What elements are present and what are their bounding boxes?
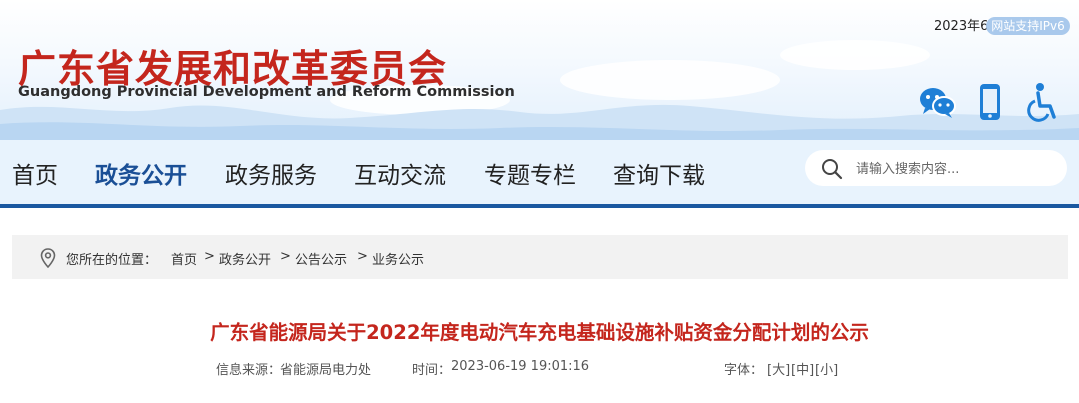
ipv6-badge: 网站支持IPv6 — [986, 17, 1070, 35]
time-value: 2023-06-19 19:01:16 — [451, 359, 590, 374]
accessibility-icon[interactable] — [1022, 82, 1062, 122]
breadcrumb-label: 您所在的位置： — [66, 253, 158, 268]
breadcrumb-separator: > — [204, 249, 215, 264]
time-label: 时间： — [412, 363, 452, 378]
source-label: 信息来源： — [216, 363, 282, 378]
current-date: 2023年6 — [934, 19, 989, 34]
nav-item-government-services[interactable]: 政务服务 — [225, 156, 317, 190]
search-icon[interactable] — [820, 157, 844, 181]
wechat-icon[interactable] — [917, 82, 957, 122]
mobile-icon[interactable] — [970, 82, 1010, 122]
nav-item-home[interactable]: 首页 — [12, 156, 58, 190]
breadcrumb-item-announcements[interactable]: 公告公示 — [295, 249, 347, 268]
font-size-large-button[interactable]: [大] — [767, 359, 790, 378]
breadcrumb-separator: > — [280, 249, 291, 264]
font-size-small-button[interactable]: [小] — [815, 359, 838, 378]
nav-item-query-download[interactable]: 查询下载 — [613, 156, 705, 190]
source-value: 省能源局电力处 — [280, 363, 372, 378]
search-input[interactable] — [856, 158, 1056, 180]
breadcrumb-item-government-affairs-open[interactable]: 政务公开 — [219, 249, 271, 268]
breadcrumb-item-home[interactable]: 首页 — [171, 249, 197, 268]
article-title: 广东省能源局关于2022年度电动汽车充电基础设施补贴资金分配计划的公示 — [210, 321, 869, 344]
nav-item-interaction[interactable]: 互动交流 — [354, 156, 446, 190]
location-pin-icon — [40, 248, 56, 268]
font-size-medium-button[interactable]: [中] — [791, 359, 814, 378]
site-logo-subtitle: Guangdong Provincial Development and Ref… — [18, 84, 515, 100]
breadcrumb-item-business-announcements[interactable]: 业务公示 — [372, 249, 424, 268]
breadcrumb-separator: > — [357, 249, 368, 264]
font-size-label: 字体： — [724, 363, 764, 378]
nav-bottom-border — [0, 204, 1079, 208]
site-header: 广东省发展和改革委员会 Guangdong Provincial Develop… — [0, 0, 1079, 140]
nav-item-special-topics[interactable]: 专题专栏 — [484, 156, 576, 190]
nav-item-government-affairs-open[interactable]: 政务公开 — [95, 156, 187, 190]
